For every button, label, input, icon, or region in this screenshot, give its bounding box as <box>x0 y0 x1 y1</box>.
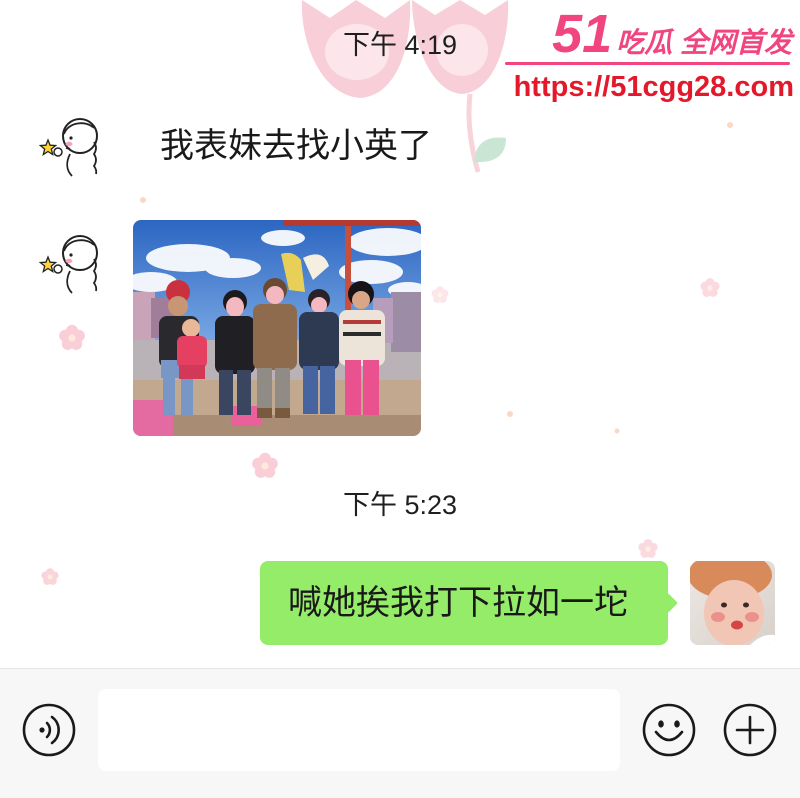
flower-decoration <box>638 539 658 558</box>
sent-message-bubble[interactable]: 喊她挨我打下拉如一坨 <box>260 561 668 645</box>
flower-decoration <box>252 452 278 478</box>
message-timestamp: 下午 5:23 <box>342 490 458 520</box>
cartoon-girl-avatar[interactable] <box>36 108 106 178</box>
watermark-url: https://51cgg28.com <box>513 71 794 103</box>
received-message-bubble[interactable]: 我表妹去找小英了 <box>133 104 463 188</box>
plus-icon[interactable] <box>723 703 777 757</box>
flower-decoration <box>700 278 720 297</box>
group-photo-image[interactable] <box>133 220 421 436</box>
voice-icon[interactable] <box>22 703 76 757</box>
flower-decoration <box>41 568 59 585</box>
flower-decoration <box>431 286 449 303</box>
child-photo-avatar[interactable] <box>690 561 775 645</box>
message-input[interactable] <box>98 689 620 771</box>
child-photo-drawing <box>690 561 775 645</box>
sent-message-text: 喊她挨我打下拉如一坨 <box>288 584 628 622</box>
flower-decoration <box>59 324 85 350</box>
input-bar <box>0 668 800 798</box>
cartoon-girl-avatar[interactable] <box>36 225 106 295</box>
watermark-divider <box>505 62 790 65</box>
received-message-text: 我表妹去找小英了 <box>160 127 432 165</box>
group-photo-drawing <box>133 220 421 436</box>
message-timestamp: 下午 4:19 <box>342 30 458 60</box>
emoji-icon[interactable] <box>642 703 696 757</box>
watermark-brand-number: 51 <box>552 4 613 64</box>
